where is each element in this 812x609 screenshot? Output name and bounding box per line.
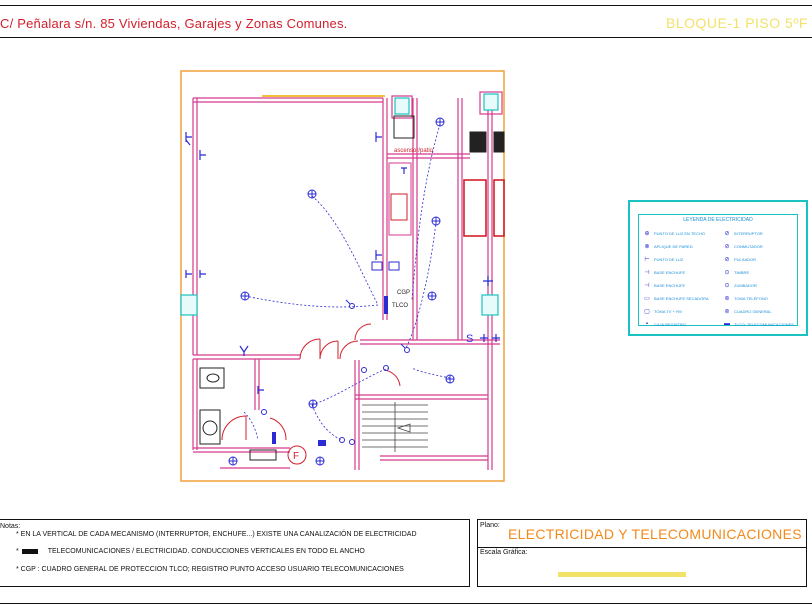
legend-item-label: CUADRO GENERAL <box>734 308 772 314</box>
legend-item-label: PUNTO DE LUZ EN TECHO <box>654 230 705 236</box>
legend-item: ⊣ BASE ENCHUFE <box>643 266 685 278</box>
legend-title: LEYENDA DE ELECTRICIDAD <box>683 217 753 223</box>
notes-label: Notas: <box>0 523 21 530</box>
cgp-panel <box>384 296 388 314</box>
legend-item: ⊕ PUNTO DE LUZ EN TECHO <box>643 227 705 239</box>
legend-symbol-icon: ⊙ <box>724 282 730 289</box>
notes-box: Notas: * EN LA VERTICAL DE CADA MECANISM… <box>0 519 470 587</box>
legend-item: ⊙ ZUMBADOR <box>723 279 757 291</box>
f-marker: F <box>293 451 299 462</box>
legend-item: ⊘ CONMUTADOR <box>723 240 763 252</box>
switches <box>261 299 410 445</box>
legend-item-label: TIMBRE <box>734 269 750 275</box>
s-marker: S <box>466 333 473 345</box>
legend-item: ⊘ INTERRUPTOR <box>723 227 763 239</box>
note-line-3: * CGP : CUADRO GENERAL DE PROTECCION TLC… <box>16 566 404 573</box>
legend-item: ⊙ TIMBRE <box>723 266 749 278</box>
legend-symbol-icon: ⊙ <box>724 269 730 276</box>
legend-symbol-icon: ⊢ <box>644 256 650 263</box>
legend-symbol-icon: ▬ <box>724 321 730 327</box>
legend-symbol-icon: ⊚ <box>724 308 730 315</box>
note-line-2-prefix: * <box>16 548 19 555</box>
legend-item: ⊚ TOMA TELÉFONO <box>723 292 768 304</box>
legend-symbol-icon: ⊗ <box>644 243 650 250</box>
legend-item: ⊢ PUNTO DE LUZ <box>643 253 683 265</box>
legend-item-label: BASE ENCHUFE <box>654 282 686 288</box>
kitchen-fixtures <box>388 115 505 237</box>
stairs <box>362 402 428 452</box>
legend-item-label: TOMA TV + FM <box>654 308 682 314</box>
legend-symbol-icon: ▭ <box>644 295 650 302</box>
legend-symbol-icon: ▪ <box>645 321 649 327</box>
scale-bar <box>558 572 686 577</box>
legend-item: ⊚ CUADRO GENERAL <box>723 305 772 317</box>
legend-symbol-icon: ▢ <box>644 308 650 315</box>
legend-inner: LEYENDA DE ELECTRICIDAD ⊕ PUNTO DE LUZ EN… <box>638 214 798 327</box>
legend-item-label: PULSADOR <box>734 256 757 262</box>
legend-item-label: INTERRUPTOR <box>734 230 763 236</box>
legend-item-label: BASE ENCHUFE SECADORA <box>654 295 709 301</box>
tlco-panel <box>272 432 276 444</box>
legend-item-label: TLCO: TELECOMUNICACIONES <box>734 321 794 327</box>
legend-symbol-icon: ⊘ <box>724 243 730 250</box>
legend-symbol-icon: ⊚ <box>724 295 730 302</box>
plano-title: ELECTRICIDAD Y TELECOMUNICACIONES <box>508 526 802 542</box>
tlco-panel-2 <box>318 440 326 446</box>
kitchen-hood <box>371 261 383 271</box>
legend-item: ▪ CAJA REGISTRO <box>643 318 686 330</box>
legend-item-label: PUNTO DE LUZ <box>654 256 684 262</box>
walls <box>192 91 503 470</box>
legend-symbol-icon: ⊘ <box>724 230 730 237</box>
circuit-wires <box>243 123 451 441</box>
note-line-2: * TELECOMUNICACIONES / ELECTRICIDAD. COND… <box>16 548 365 555</box>
legend: LEYENDA DE ELECTRICIDAD ⊕ PUNTO DE LUZ EN… <box>628 200 808 336</box>
plan-border <box>180 70 505 482</box>
legend-item-label: CONMUTADOR <box>734 243 763 249</box>
note-line-2-text: TELECOMUNICACIONES / ELECTRICIDAD. CONDU… <box>47 548 365 555</box>
legend-symbol-icon: ⊣ <box>644 282 650 289</box>
plano-box: Plano: ELECTRICIDAD Y TELECOMUNICACIONES… <box>477 519 807 587</box>
kitchen-appliance <box>388 261 400 271</box>
legend-symbol-icon: ⊕ <box>644 230 650 237</box>
room-label: ascensor/patio <box>394 148 434 154</box>
ceiling-lights <box>228 117 455 466</box>
legend-item: ⊣ BASE ENCHUFE <box>643 279 685 291</box>
cgp-label: CGP <box>397 290 410 296</box>
legend-symbol-icon: ⊣ <box>644 269 650 276</box>
legend-item-label: BASE ENCHUFE <box>654 269 686 275</box>
legend-symbol-icon: ⊘ <box>724 256 730 263</box>
legend-item: ⊗ APLIQUE DE PARED <box>643 240 693 252</box>
plano-divider <box>478 547 806 548</box>
telecom-conduit-mark <box>21 548 38 554</box>
legend-item: ▢ TOMA TV + FM <box>643 305 682 317</box>
legend-item: ⊘ PULSADOR <box>723 253 756 265</box>
note-line-1: * EN LA VERTICAL DE CADA MECANISMO (INTE… <box>16 531 417 538</box>
legend-item-label: CAJA REGISTRO <box>654 321 687 327</box>
legend-item-label: TOMA TELÉFONO <box>734 295 768 301</box>
window-symbols <box>180 93 499 316</box>
escala-label: Escala Gráfica: <box>480 549 528 556</box>
tlco-label: TLCO <box>392 303 408 309</box>
door-arcs <box>221 323 401 441</box>
legend-item-label: APLIQUE DE PARED <box>654 243 693 249</box>
legend-item: ▭ BASE ENCHUFE SECADORA <box>643 292 709 304</box>
legend-item: ▬ TLCO: TELECOMUNICACIONES <box>723 318 794 330</box>
legend-item-label: ZUMBADOR <box>734 282 757 288</box>
plano-label: Plano: <box>480 522 500 529</box>
